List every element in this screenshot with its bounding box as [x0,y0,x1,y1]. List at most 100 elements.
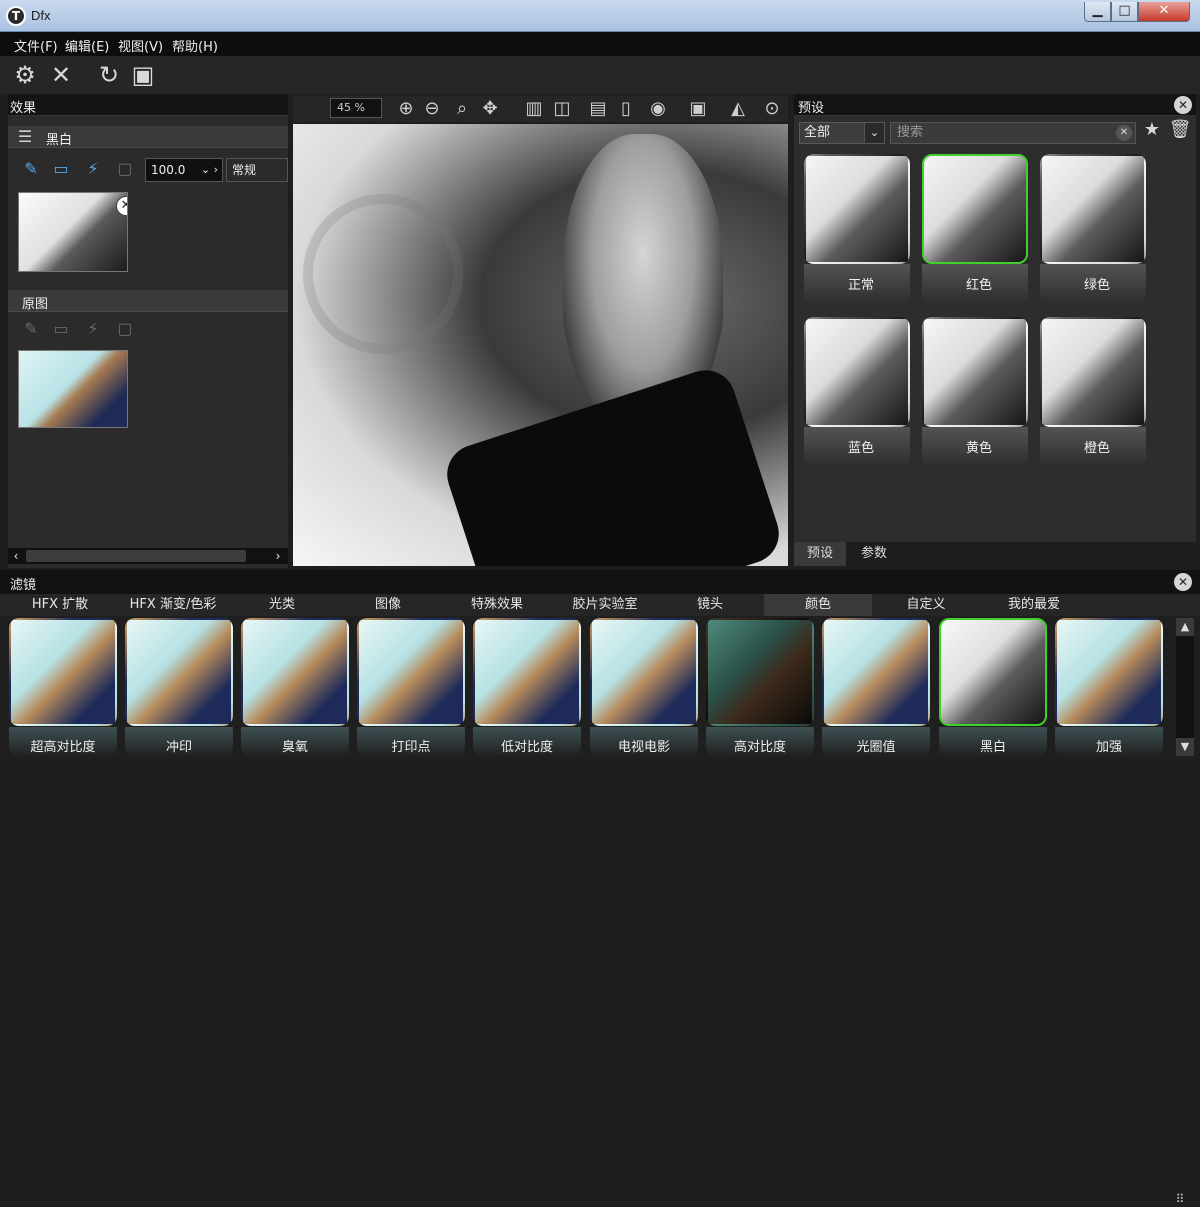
select-region-icon[interactable]: ▢ [114,158,136,180]
single-view-icon[interactable]: ▯ [613,97,639,121]
filter-category[interactable]: 特殊效果 [456,594,538,616]
preset-card-blue[interactable] [804,317,910,427]
horizontal-split-icon[interactable]: ▤ [585,97,611,121]
zoom-level-field[interactable]: 45 % [330,98,382,118]
preset-category-select[interactable]: 全部 ⌄ [799,122,885,144]
clear-search-icon[interactable]: ✕ [1116,125,1132,141]
camera-icon[interactable]: ◉ [645,97,671,121]
filter-category[interactable]: 我的最爱 [996,594,1072,616]
effect-layer-bar[interactable]: ☰ 黑白 [8,126,288,148]
zoom-search-icon[interactable]: ⌕ [449,97,475,121]
filter-card[interactable] [357,618,465,726]
menu-file[interactable]: 文件(F) [14,36,58,55]
filter-label: 光圈值 [856,740,896,755]
watermark-logo [303,194,463,354]
filter-card[interactable] [706,618,814,726]
preset-card-normal[interactable] [804,154,910,264]
preset-label: 橙色 [1083,441,1110,456]
presets-panel-title: 预设 [798,101,825,116]
preset-card-red[interactable] [922,154,1028,264]
menu-help[interactable]: 帮助(H) [172,36,218,55]
lightning-icon[interactable]: ⚡ [82,158,104,180]
filter-card[interactable] [125,618,233,726]
filters-vertical-scrollbar[interactable]: ▲ ▼ [1176,618,1194,756]
scroll-thumb[interactable] [26,550,246,562]
preset-label: 正常 [847,278,874,293]
filter-card[interactable] [473,618,581,726]
maximize-button[interactable]: □ [1111,2,1138,22]
filters-panel-title: 滤镜 [10,578,37,593]
image-view-icon[interactable]: ▣ [685,97,711,121]
filter-label: 黑白 [979,740,1006,755]
preset-card-green[interactable] [1040,154,1146,264]
scroll-left-icon[interactable]: ‹ [8,548,24,564]
filter-card-selected[interactable] [939,618,1047,726]
filter-category-bar: HFX 扩散 HFX 渐变/色彩 光类 图像 特殊效果 胶片实验室 镜头 颜色 … [0,594,1200,1206]
original-layer-name: 原图 [22,297,49,312]
remove-layer-icon[interactable]: ✕ [116,196,127,216]
original-layer-thumbnail[interactable] [18,350,128,428]
favorite-star-icon[interactable]: ★ [1140,118,1164,142]
presets-panel-header: 预设 ✕ [794,94,1196,116]
filter-category[interactable]: 自定义 [888,594,964,616]
monitor-icon[interactable]: ▭ [50,158,72,180]
minimize-button[interactable]: ▁ [1084,2,1111,22]
filter-category-active[interactable]: 颜色 [764,594,872,616]
edit-mask-icon[interactable]: ✎ [20,158,42,180]
zoom-out-icon[interactable]: ⊖ [419,97,445,121]
menu-edit[interactable]: 编辑(E) [65,36,109,55]
scroll-up-icon[interactable]: ▲ [1176,618,1194,636]
split-view-icon[interactable]: ▥ [521,97,547,121]
split-compare-icon[interactable]: ◫ [549,97,575,121]
filter-category[interactable]: 光类 [246,594,318,616]
lightning-icon-disabled: ⚡ [87,319,99,338]
filter-category[interactable]: HFX 扩散 [20,594,100,616]
close-filters-icon[interactable]: ✕ [1174,573,1192,591]
filter-category[interactable]: 镜头 [674,594,746,616]
trash-icon[interactable]: 🗑 [1168,118,1192,142]
effects-horizontal-scrollbar[interactable]: ‹ › [8,548,288,564]
filter-category[interactable]: 胶片实验室 [560,594,650,616]
close-icon[interactable]: ✕ [46,60,76,90]
image-icon[interactable]: ▣ [128,60,158,90]
settings-icon[interactable]: ⚙ [10,60,40,90]
filter-card[interactable] [241,618,349,726]
title-bar: T Dfx ▁ □ ✕ [0,0,1200,32]
filter-label: 冲印 [165,740,192,755]
scroll-down-icon[interactable]: ▼ [1176,738,1194,756]
grid-view-icon[interactable]: ⠿ [1170,1191,1190,1207]
close-window-button[interactable]: ✕ [1138,2,1190,22]
tab-parameters[interactable]: 参数 [848,542,900,566]
filter-category[interactable]: 图像 [352,594,424,616]
histogram-icon[interactable]: ◭ [725,97,751,121]
filter-card[interactable] [9,618,117,726]
menu-view[interactable]: 视图(V) [118,36,163,55]
preset-card-yellow[interactable] [922,317,1028,427]
filters-panel-header: 滤镜 ✕ [0,570,1200,594]
effect-layer-thumbnail[interactable]: ✕ [18,192,128,272]
filter-category[interactable]: HFX 渐变/色彩 [118,594,228,616]
close-presets-icon[interactable]: ✕ [1174,96,1192,114]
chevron-down-icon[interactable]: ⌄ [864,123,884,143]
move-icon[interactable]: ✥ [477,97,503,121]
redo-icon[interactable]: ↻ [94,60,124,90]
preset-card-orange[interactable] [1040,317,1146,427]
filter-card[interactable] [590,618,698,726]
scroll-right-icon[interactable]: › [270,548,286,564]
filter-card[interactable] [1055,618,1163,726]
window-title: Dfx [31,8,51,23]
zoom-in-icon[interactable]: ⊕ [393,97,419,121]
blend-mode-select[interactable]: 常规 [226,158,288,182]
opacity-stepper-icon[interactable]: ⌄ › [201,159,218,181]
opacity-field[interactable]: 100.0 ⌄ › [145,158,223,182]
preset-label: 蓝色 [847,441,874,456]
main-toolbar: ⚙ ✕ ↻ ▣ [0,56,1200,94]
loupe-icon[interactable]: ⊙ [759,97,785,121]
original-layer-bar[interactable]: 原图 [8,290,288,312]
filter-card[interactable] [822,618,930,726]
tab-presets[interactable]: 预设 [794,542,846,566]
add-layer-icon[interactable]: ☰ [14,126,36,148]
effects-panel-title: 效果 [10,101,37,116]
preset-search-input[interactable]: 搜索 [890,122,1136,144]
image-canvas[interactable] [293,124,788,566]
